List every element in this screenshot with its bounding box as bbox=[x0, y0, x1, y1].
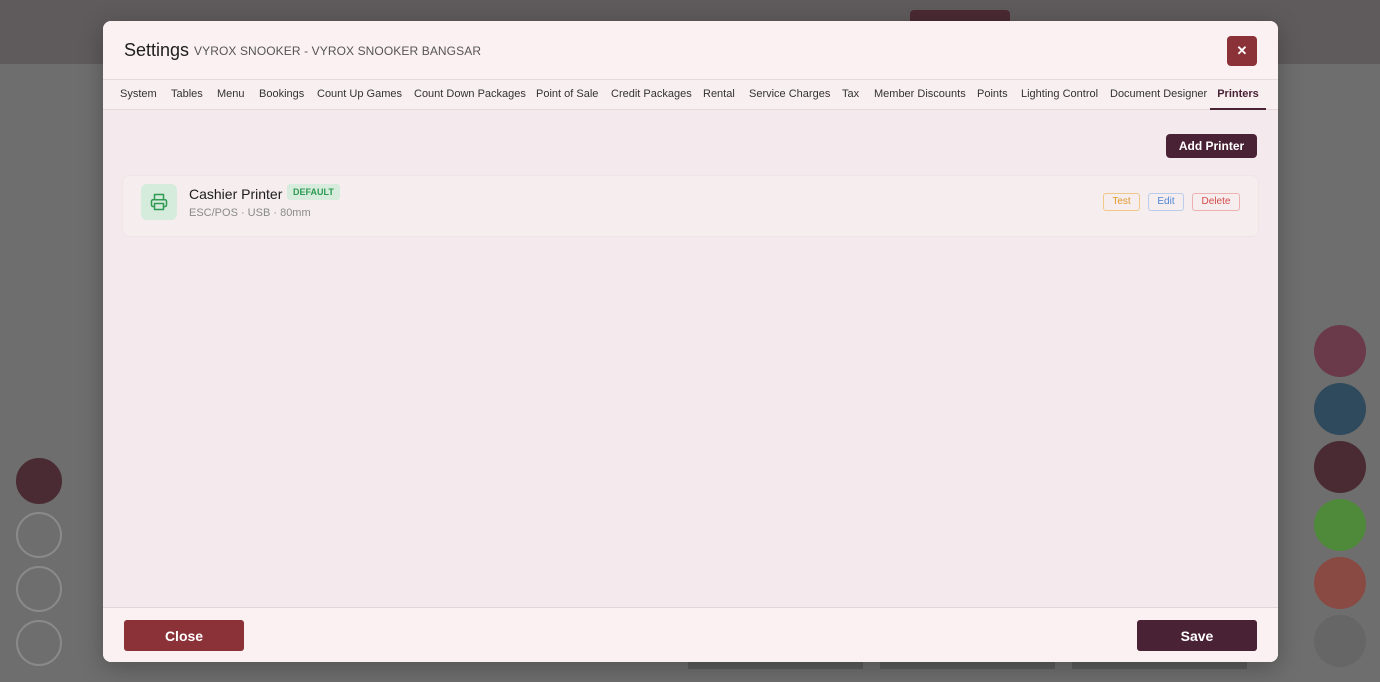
close-modal-button[interactable]: ✕ bbox=[1227, 36, 1257, 66]
background-fab bbox=[1314, 615, 1366, 667]
tab-member-discounts[interactable]: Member Discounts bbox=[874, 80, 966, 110]
default-badge: DEFAULT bbox=[287, 184, 340, 200]
tab-lighting-control[interactable]: Lighting Control bbox=[1021, 80, 1098, 110]
tab-credit-packages[interactable]: Credit Packages bbox=[611, 80, 692, 110]
background-fab bbox=[1314, 557, 1366, 609]
close-button[interactable]: Close bbox=[124, 620, 244, 651]
tab-count-up-games[interactable]: Count Up Games bbox=[317, 80, 402, 110]
close-icon: ✕ bbox=[1236, 43, 1248, 58]
printer-details: ESC/POS · USB · 80mm bbox=[189, 207, 311, 219]
background-side-button bbox=[16, 458, 62, 504]
tab-tables[interactable]: Tables bbox=[171, 80, 203, 110]
printer-name: Cashier Printer bbox=[189, 186, 283, 202]
delete-printer-button[interactable]: Delete bbox=[1192, 193, 1240, 211]
edit-printer-button[interactable]: Edit bbox=[1148, 193, 1184, 211]
background-fab bbox=[1314, 499, 1366, 551]
background-side-button bbox=[16, 566, 62, 612]
background-fab bbox=[1314, 325, 1366, 377]
tab-printers[interactable]: Printers bbox=[1210, 80, 1266, 110]
tab-points[interactable]: Points bbox=[977, 80, 1008, 110]
save-button[interactable]: Save bbox=[1137, 620, 1257, 651]
tab-tax[interactable]: Tax bbox=[842, 80, 859, 110]
tab-count-down-packages[interactable]: Count Down Packages bbox=[414, 80, 526, 110]
background-side-button bbox=[16, 512, 62, 558]
printers-panel: Add Printer Cashier Printer DEFAULT ESC/… bbox=[103, 110, 1278, 607]
settings-tabs: System Tables Menu Bookings Count Up Gam… bbox=[103, 80, 1278, 110]
modal-title: Settings bbox=[124, 40, 190, 60]
tab-document-designer[interactable]: Document Designer bbox=[1110, 80, 1207, 110]
modal-subtitle: VYROX SNOOKER - VYROX SNOOKER BANGSAR bbox=[194, 44, 482, 58]
printer-icon bbox=[141, 184, 177, 220]
tab-point-of-sale[interactable]: Point of Sale bbox=[536, 80, 598, 110]
tab-bookings[interactable]: Bookings bbox=[259, 80, 304, 110]
add-printer-button[interactable]: Add Printer bbox=[1166, 134, 1257, 158]
modal-footer: Close Save bbox=[103, 607, 1278, 662]
printer-list-item: Cashier Printer DEFAULT ESC/POS · USB · … bbox=[123, 176, 1258, 236]
settings-modal: Settings VYROX SNOOKER - VYROX SNOOKER B… bbox=[103, 21, 1278, 662]
tab-service-charges[interactable]: Service Charges bbox=[749, 80, 830, 110]
tab-menu[interactable]: Menu bbox=[217, 80, 245, 110]
background-side-button bbox=[16, 620, 62, 666]
test-printer-button[interactable]: Test bbox=[1103, 193, 1140, 211]
tab-rental[interactable]: Rental bbox=[703, 80, 735, 110]
tab-system[interactable]: System bbox=[120, 80, 157, 110]
background-fab bbox=[1314, 383, 1366, 435]
background-fab bbox=[1314, 441, 1366, 493]
modal-header: Settings VYROX SNOOKER - VYROX SNOOKER B… bbox=[103, 21, 1278, 80]
